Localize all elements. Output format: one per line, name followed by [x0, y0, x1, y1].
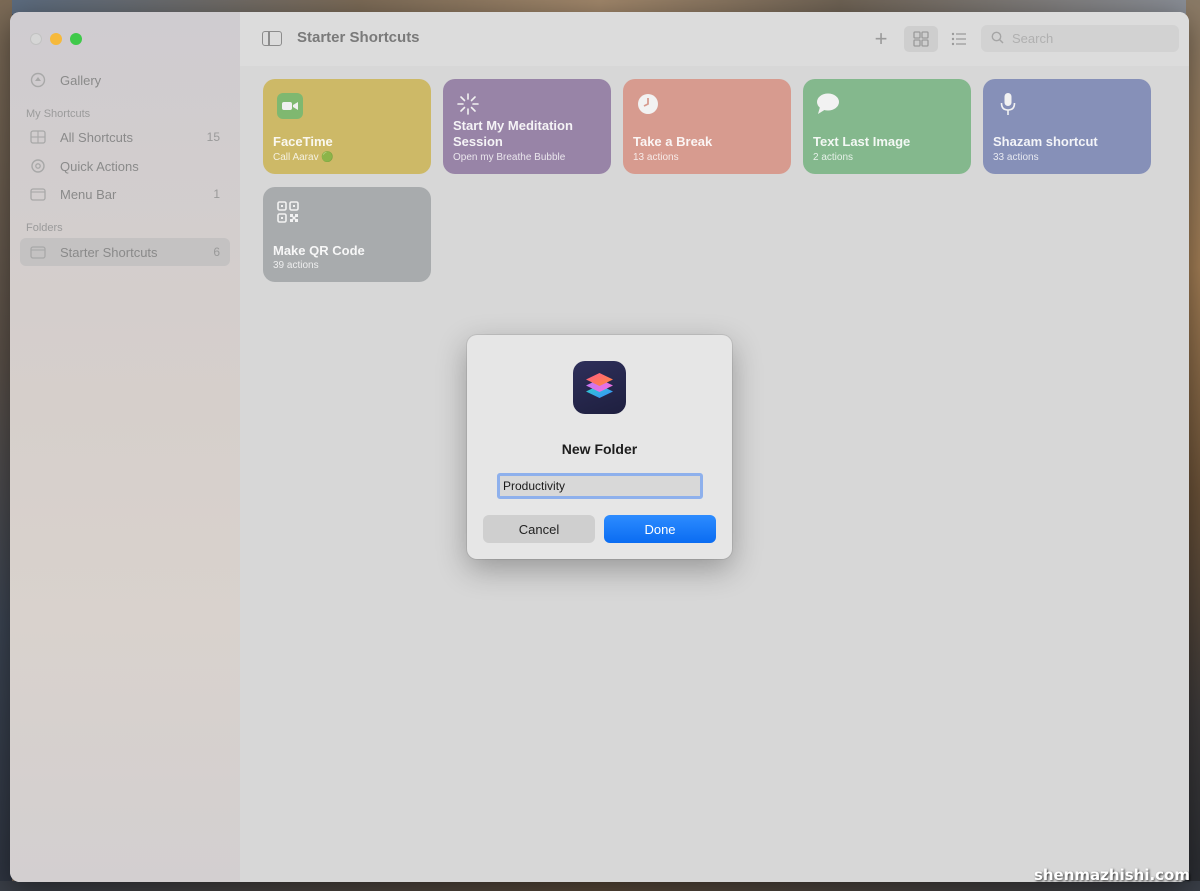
cancel-button[interactable]: Cancel [483, 515, 595, 543]
done-button[interactable]: Done [604, 515, 716, 543]
shortcuts-app-icon [573, 361, 626, 414]
modal-overlay: New Folder Cancel Done [0, 0, 1200, 891]
new-folder-dialog: New Folder Cancel Done [467, 335, 732, 559]
folder-name-input[interactable] [497, 473, 703, 499]
watermark-text: shenmazhishi.com [1033, 866, 1190, 884]
dialog-title: New Folder [561, 441, 638, 457]
